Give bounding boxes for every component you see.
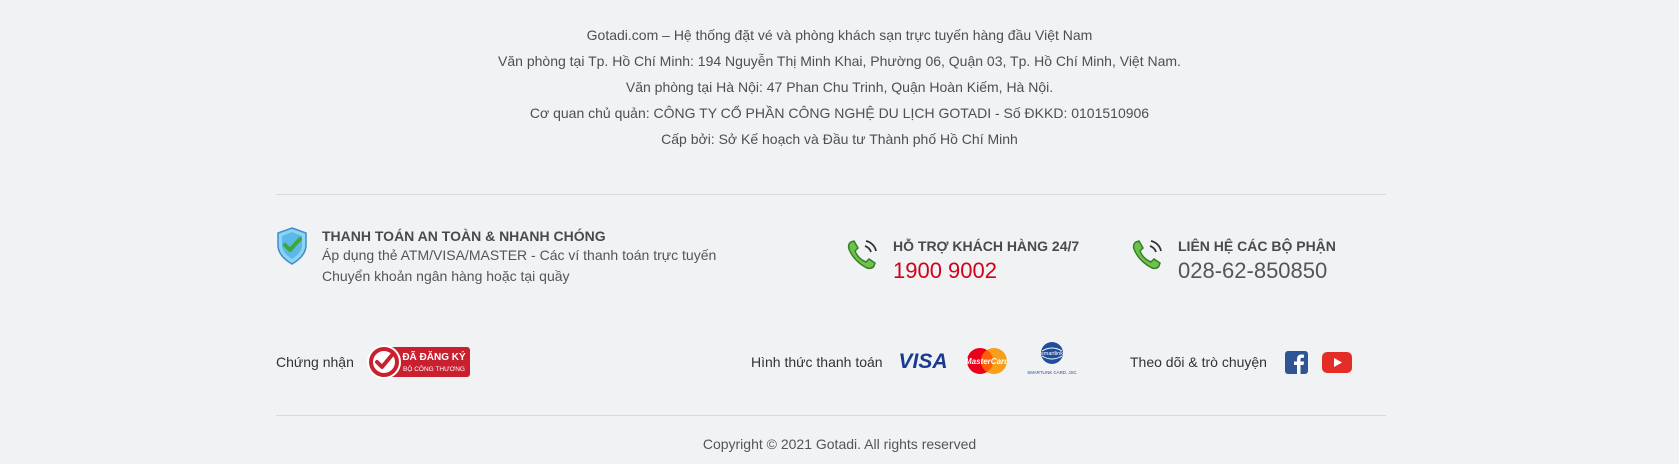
company-info: Gotadi.com – Hệ thống đặt vé và phòng kh…	[0, 22, 1679, 152]
badge-line-1: ĐÃ ĐĂNG KÝ	[402, 350, 466, 363]
registered-moit-badge[interactable]: ĐÃ ĐĂNG KÝ BỘ CÔNG THƯƠNG	[367, 345, 471, 379]
follow-label: Theo dõi & trò chuyện	[1130, 354, 1267, 370]
shield-check-icon	[277, 227, 307, 265]
phone-icon	[847, 240, 877, 270]
payment-info-line-2: Chuyển khoản ngân hàng hoặc tại quầy	[322, 268, 570, 284]
office-hcm: Văn phòng tại Tp. Hồ Chí Minh: 194 Nguyễ…	[498, 53, 1181, 69]
divider-bottom	[276, 415, 1386, 416]
youtube-icon[interactable]	[1322, 352, 1352, 373]
phone-icon	[1132, 240, 1162, 270]
managing-agency: Cơ quan chủ quản: CÔNG TY CỔ PHẦN CÔNG N…	[529, 105, 1150, 121]
company-tagline: Gotadi.com – Hệ thống đặt vé và phòng kh…	[586, 27, 1093, 43]
visa-text: VISA	[898, 350, 947, 372]
payment-info-line-1: Áp dụng thẻ ATM/VISA/MASTER - Các ví tha…	[322, 247, 717, 263]
divider-top	[276, 194, 1386, 195]
department-contact-title: LIÊN HỆ CÁC BỘ PHẬN	[1178, 238, 1336, 254]
visa-logo: VISA	[898, 350, 947, 372]
payment-methods-label: Hình thức thanh toán	[751, 354, 883, 370]
office-hanoi: Văn phòng tại Hà Nội: 47 Phan Chu Trinh,…	[625, 79, 1054, 95]
certification-label: Chứng nhận	[276, 354, 354, 370]
mastercard-text: MasterCard	[966, 357, 1008, 366]
customer-support-hotline[interactable]: 1900 9002	[893, 256, 1079, 286]
department-contact-number[interactable]: 028-62-850850	[1178, 256, 1336, 286]
copyright: Copyright © 2021 Gotadi. All rights rese…	[702, 436, 977, 452]
smartlink-logo: smartlink SMARTLINK CARD, JSC	[1027, 342, 1077, 375]
smartlink-caption: SMARTLINK CARD, JSC	[1027, 370, 1076, 375]
issued-by: Cấp bởi: Sở Kế hoạch và Đầu tư Thành phố…	[661, 131, 1018, 147]
mastercard-logo: MasterCard	[966, 348, 1008, 374]
payment-info-title: THANH TOÁN AN TOÀN & NHANH CHÓNG	[322, 228, 606, 244]
facebook-icon[interactable]	[1285, 351, 1308, 374]
customer-support-title: HỖ TRỢ KHÁCH HÀNG 24/7	[893, 238, 1080, 254]
badge-line-2: BỘ CÔNG THƯƠNG	[403, 364, 465, 373]
smartlink-text: smartlink	[1041, 351, 1063, 357]
